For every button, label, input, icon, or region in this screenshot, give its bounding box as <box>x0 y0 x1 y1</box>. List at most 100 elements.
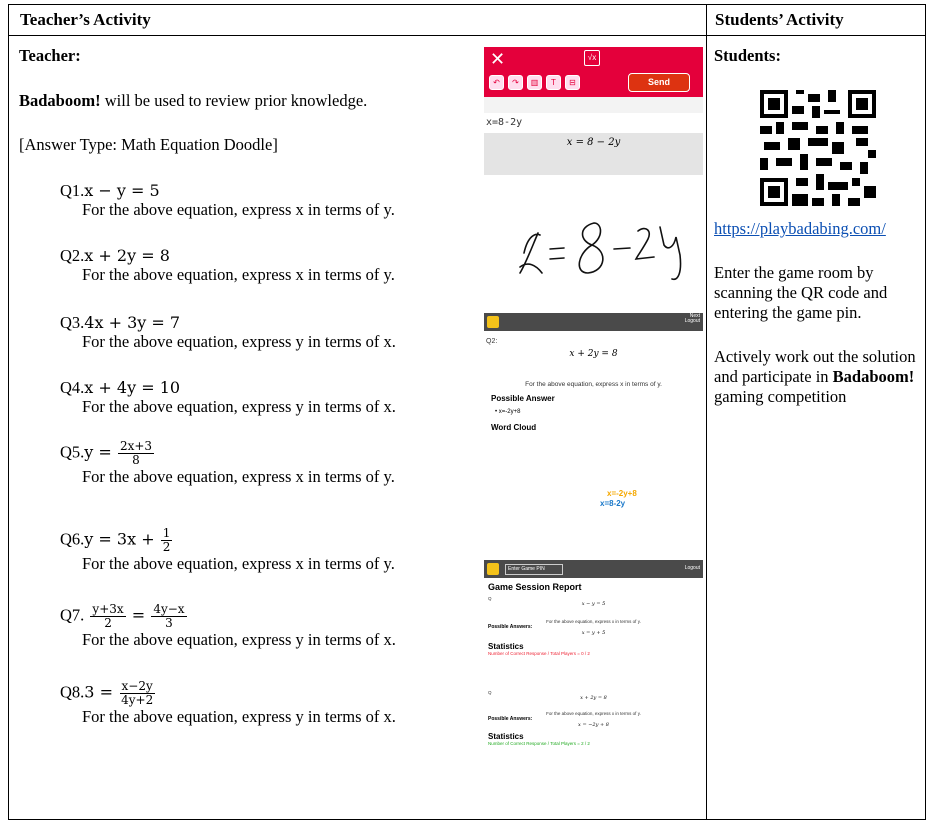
question-number: Q2. <box>60 246 85 265</box>
fraction-right: 4y−x 3 <box>151 602 187 630</box>
text-tool-icon[interactable]: T <box>546 75 561 90</box>
fraction: 2x+3 8 <box>117 439 155 467</box>
fraction-numerator: y+3x <box>90 602 126 617</box>
app-topbar: Enter Game PIN Logout <box>484 560 703 578</box>
question-7: Q7. y+3x 2 = 4y−x 3 For the above equation… <box>60 602 396 650</box>
menu-icon[interactable] <box>487 316 499 328</box>
fraction-numerator: 1 <box>160 526 173 541</box>
statistics-heading: Statistics <box>488 642 524 651</box>
teacher-intro: Badaboom! will be used to review prior k… <box>19 91 367 111</box>
question-prompt: For the above equation, express x in ter… <box>525 381 662 388</box>
question-number: Q6. <box>60 529 85 549</box>
question-equation: y = <box>84 442 112 462</box>
question-number: Q4. <box>60 378 85 397</box>
handwriting-image <box>519 222 682 281</box>
column-divider <box>706 5 707 819</box>
report-answer: x = y + 5 <box>581 630 606 636</box>
question-8: Q8.3 = x−2y 4y+2 For the above equation, … <box>60 680 396 727</box>
statistics-value: Number of Correct Response / Total Playe… <box>488 651 590 656</box>
doodle-screenshot: ✕ √x ↶ ↷ ▥ T ⊟ Send x=8-2y x = 8 − 2y <box>484 47 703 313</box>
question-number: Q5. <box>60 442 85 462</box>
students-activity-header: Students’ Activity <box>715 10 844 29</box>
question-equation: 3 = <box>84 682 113 702</box>
app-topbar: Next Logout <box>484 313 703 331</box>
menu-icon[interactable] <box>487 563 499 575</box>
fraction: x−2y 4y+2 <box>119 680 155 707</box>
word-cloud-heading: Word Cloud <box>491 423 537 432</box>
report-title: Game Session Report <box>488 582 582 592</box>
question-equation: x − y = 5 <box>84 181 160 200</box>
answer-type: [Answer Type: Math Equation Doodle] <box>19 135 278 154</box>
students-label: Students: <box>714 46 781 65</box>
fraction-numerator: x−2y <box>119 679 155 694</box>
logout-link[interactable]: Logout <box>685 565 700 571</box>
teacher-label: Teacher: <box>19 46 81 65</box>
possible-answer-heading: Possible Answer <box>491 394 555 403</box>
spacer <box>484 97 703 113</box>
clear-icon[interactable]: ⊟ <box>565 75 580 90</box>
equals-sign: = <box>131 605 146 625</box>
question-text: For the above equation, express x in ter… <box>82 467 395 486</box>
question-text: For the above equation, express y in ter… <box>82 707 396 726</box>
question-equation: y = 3x + <box>84 529 155 549</box>
question-equation: x + 4y = 10 <box>84 378 181 397</box>
fraction-denominator: 8 <box>132 453 140 467</box>
fraction-denominator: 3 <box>165 616 173 630</box>
badaboom-name: Badaboom! <box>832 367 915 386</box>
math-keyboard-icon[interactable]: √x <box>584 50 600 66</box>
question-number: Q7. <box>60 605 85 625</box>
undo-icon[interactable]: ↶ <box>489 75 504 90</box>
question-equation: x + 2y = 8 <box>84 246 170 265</box>
logout-label[interactable]: Logout <box>685 318 700 324</box>
send-button[interactable]: Send <box>628 73 690 92</box>
redo-icon[interactable]: ↷ <box>508 75 523 90</box>
question-number: Q3. <box>60 313 85 332</box>
statistics-value: Number of Correct Response / Total Playe… <box>488 741 590 746</box>
fraction-denominator: 4y+2 <box>121 693 154 707</box>
game-pin-input[interactable]: Enter Game PIN <box>505 564 563 575</box>
question-text: For the above equation, express y in ter… <box>82 332 396 351</box>
word-cloud-word: x=8-2y <box>600 499 626 508</box>
report-screenshot: Enter Game PIN Logout Game Session Repor… <box>484 560 703 812</box>
students-instruction-1: Enter the game room by scanning the QR c… <box>714 263 888 322</box>
question-label: Q2: <box>486 338 498 345</box>
fraction-numerator: 4y−x <box>151 602 187 617</box>
qr-code-image <box>760 90 876 206</box>
question-4: Q4.x + 4y = 10 For the above equation, e… <box>60 378 396 416</box>
doodle-canvas[interactable] <box>484 175 703 311</box>
students-instruction-2: Actively work out the solution and parti… <box>714 347 924 407</box>
question-1: Q1.x − y = 5 For the above equation, exp… <box>60 181 395 219</box>
question-number: Q1. <box>60 181 85 200</box>
word-cloud-word: x=-2y+8 <box>607 489 637 498</box>
report-math: x + 2y = 8 <box>580 695 607 701</box>
fraction-denominator: 2 <box>104 616 112 630</box>
next-logout[interactable]: Next Logout <box>685 314 700 324</box>
table-header-row: Teacher’s Activity Students’ Activity <box>9 5 925 36</box>
badaboom-name: Badaboom! <box>19 91 101 110</box>
equation-input[interactable]: x=8-2y <box>484 113 703 133</box>
fraction-numerator: 2x+3 <box>117 439 155 454</box>
answer-item: • x=-2y+8 <box>495 409 521 415</box>
drawing-tools: ↶ ↷ ▥ T ⊟ <box>489 75 580 90</box>
report-answer: x = −2y + 8 <box>578 722 609 728</box>
question-3: Q3.4x + 3y = 7 For the above equation, e… <box>60 313 396 351</box>
intro-text: will be used to review prior knowledge. <box>100 91 368 110</box>
question-text: For the above equation, express x in ter… <box>82 265 395 284</box>
fraction: 12 <box>160 526 173 554</box>
game-website-link[interactable]: https://playbadabing.com/ <box>714 219 886 239</box>
question-5: Q5.y = 2x+3 8 For the above equation, exp… <box>60 439 395 487</box>
fraction-left: y+3x 2 <box>90 602 126 630</box>
question-2: Q2.x + 2y = 8 For the above equation, ex… <box>60 246 395 284</box>
instruction-text: gaming competition <box>714 387 847 406</box>
close-icon[interactable]: ✕ <box>490 49 505 70</box>
fraction-denominator: 2 <box>162 540 171 554</box>
question-text: For the above equation, express x in ter… <box>82 200 395 219</box>
rendered-equation: x = 8 − 2y <box>484 133 703 175</box>
trash-icon[interactable]: ▥ <box>527 75 542 90</box>
statistics-heading: Statistics <box>488 732 524 741</box>
teacher-activity-header: Teacher’s Activity <box>20 10 151 29</box>
question-math: x + 2y = 8 <box>569 349 618 359</box>
question-text: For the above equation, express y in ter… <box>82 630 396 649</box>
question-number: Q8. <box>60 682 85 702</box>
question-screenshot: Next Logout Q2: x + 2y = 8 For the above … <box>484 313 703 560</box>
